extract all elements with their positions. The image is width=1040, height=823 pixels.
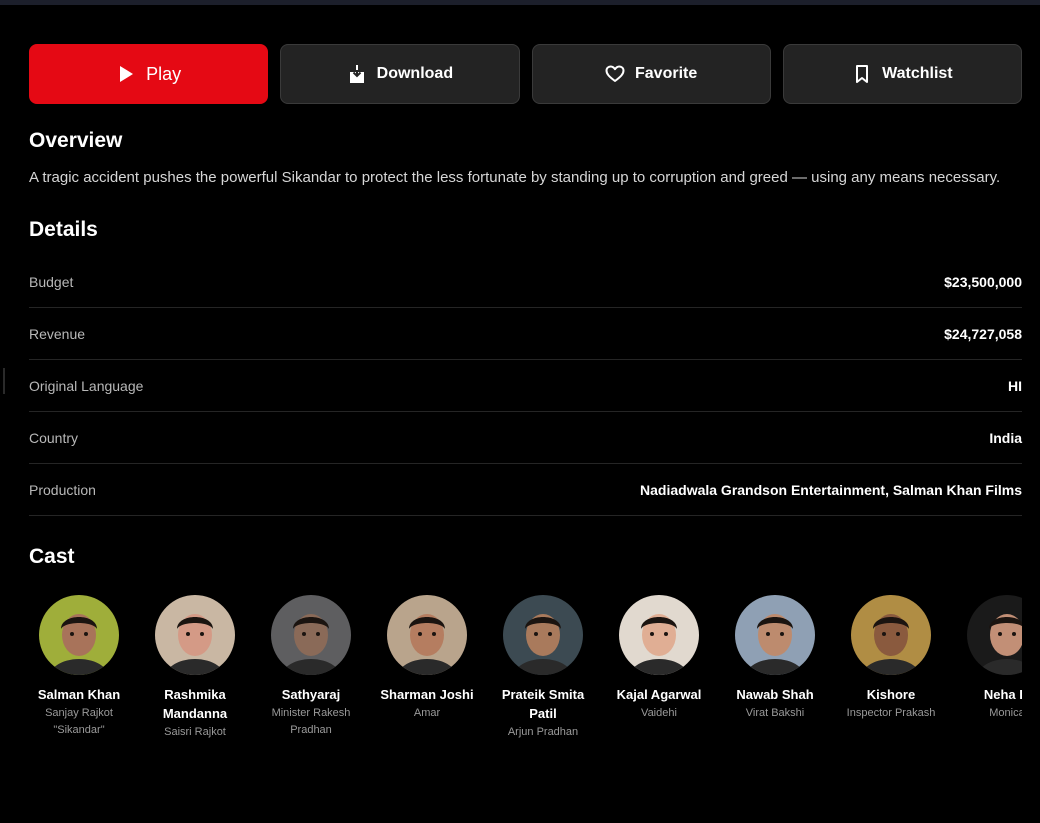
download-label: Download xyxy=(376,65,454,82)
action-bar: Play Download Favorite Watchlist xyxy=(29,44,1022,104)
cast-member[interactable]: Sathyaraj Minister Rakesh Pradhan xyxy=(261,595,361,741)
cast-name: Salman Khan xyxy=(37,687,121,702)
heart-icon xyxy=(605,64,625,84)
detail-value: Nadiadwala Grandson Entertainment, Salma… xyxy=(640,481,1022,498)
cast-name: Nawab Shah xyxy=(736,687,814,702)
favorite-button[interactable]: Favorite xyxy=(531,44,771,104)
cast-role: Monica xyxy=(989,707,1022,719)
cast-role: Amar xyxy=(413,707,441,719)
movie-detail-page: Play Download Favorite Watchlist Overvie… xyxy=(29,44,1022,755)
cast-name: Sharman Joshi xyxy=(380,687,474,702)
cast-avatar xyxy=(155,595,235,675)
watchlist-label: Watchlist xyxy=(882,65,953,82)
cast-heading: Cast xyxy=(29,545,75,568)
cast-role: Minister Rakesh Pradhan xyxy=(271,707,351,736)
play-button[interactable]: Play xyxy=(29,44,269,104)
watchlist-button[interactable]: Watchlist xyxy=(782,44,1022,104)
cast-member[interactable]: Nawab Shah Virat Bakshi xyxy=(725,595,825,741)
cast-member[interactable]: Kajal Agarwal Vaidehi xyxy=(609,595,709,741)
cast-avatar xyxy=(39,595,119,675)
detail-row-production: Production Nadiadwala Grandson Entertain… xyxy=(29,464,1022,516)
cast-name: Prateik Smita Patil xyxy=(501,687,585,721)
details-heading: Details xyxy=(29,218,98,241)
play-icon xyxy=(116,64,136,84)
cast-role: Vaidehi xyxy=(641,707,677,719)
play-label: Play xyxy=(146,63,182,84)
resize-handle[interactable] xyxy=(3,368,5,394)
cast-role: Inspector Prakash xyxy=(846,707,936,719)
cast-role: Arjun Pradhan xyxy=(507,726,579,738)
bookmark-icon xyxy=(852,64,872,84)
cast-name: Rashmika Mandanna xyxy=(162,687,228,721)
cast-role: Sanjay Rajkot "Sikandar" xyxy=(45,707,113,736)
cast-avatar xyxy=(271,595,351,675)
detail-row-country: Country India xyxy=(29,412,1022,464)
detail-value: India xyxy=(989,429,1022,446)
top-bar xyxy=(0,0,1040,5)
overview-heading: Overview xyxy=(29,129,123,152)
cast-avatar xyxy=(503,595,583,675)
detail-row-revenue: Revenue $24,727,058 xyxy=(29,308,1022,360)
cast-role: Virat Bakshi xyxy=(745,707,805,719)
details-table: Budget $23,500,000 Revenue $24,727,058 O… xyxy=(29,256,1022,516)
cast-avatar xyxy=(387,595,467,675)
detail-label: Country xyxy=(29,429,79,446)
cast-name: Neha Iy xyxy=(983,687,1022,702)
detail-value: $23,500,000 xyxy=(944,273,1022,290)
cast-name: Sathyaraj xyxy=(281,687,341,702)
cast-list: Salman Khan Sanjay Rajkot "Sikandar" Rashm… xyxy=(29,595,1022,741)
detail-value: HI xyxy=(1008,377,1022,394)
cast-member[interactable]: Salman Khan Sanjay Rajkot "Sikandar" xyxy=(29,595,129,741)
cast-avatar xyxy=(619,595,699,675)
detail-label: Revenue xyxy=(29,325,86,342)
detail-label: Original Language xyxy=(29,377,144,394)
cast-avatar xyxy=(967,595,1022,675)
cast-avatar xyxy=(851,595,931,675)
cast-member[interactable]: Neha Iy Monica xyxy=(957,595,1022,741)
overview-text: A tragic accident pushes the powerful Si… xyxy=(29,169,1001,186)
cast-role: Saisri Rajkot xyxy=(164,726,226,738)
cast-member[interactable]: Sharman Joshi Amar xyxy=(377,595,477,741)
detail-value: $24,727,058 xyxy=(944,325,1022,342)
detail-row-budget: Budget $23,500,000 xyxy=(29,256,1022,308)
cast-name: Kishore xyxy=(866,687,916,702)
cast-carousel[interactable]: Salman Khan Sanjay Rajkot "Sikandar" Rashm… xyxy=(29,595,1022,755)
cast-member[interactable]: Kishore Inspector Prakash xyxy=(841,595,941,741)
detail-label: Production xyxy=(29,481,96,498)
download-icon xyxy=(347,64,367,84)
download-button[interactable]: Download xyxy=(280,44,520,104)
cast-avatar xyxy=(735,595,815,675)
cast-member[interactable]: Rashmika Mandanna Saisri Rajkot xyxy=(145,595,245,741)
cast-name: Kajal Agarwal xyxy=(616,687,702,702)
detail-row-language: Original Language HI xyxy=(29,360,1022,412)
favorite-label: Favorite xyxy=(635,65,698,82)
detail-label: Budget xyxy=(29,273,74,290)
cast-member[interactable]: Prateik Smita Patil Arjun Pradhan xyxy=(493,595,593,741)
